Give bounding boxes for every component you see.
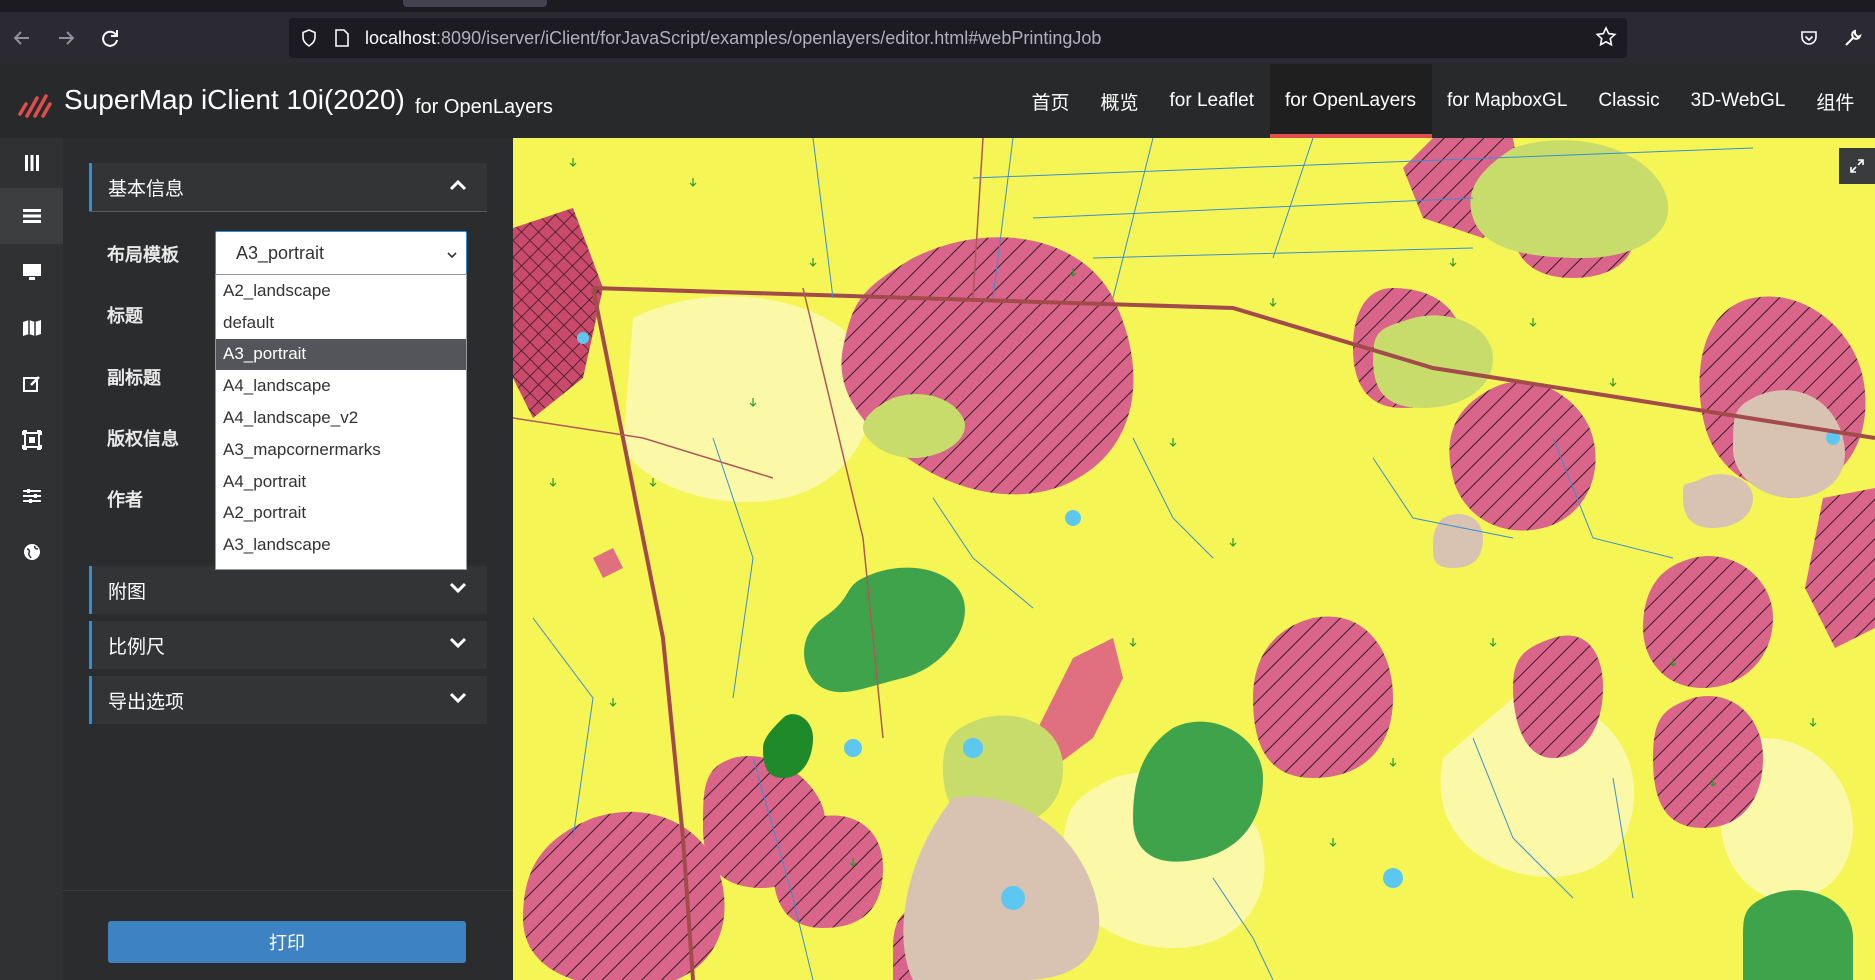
- layout-template-select[interactable]: A3_portrait: [215, 231, 467, 275]
- url-text: localhost:8090/iserver/iClient/forJavaSc…: [365, 27, 1102, 48]
- app-header: SuperMap iClient 10i(2020) for OpenLayer…: [0, 64, 1875, 138]
- active-tab[interactable]: [403, 0, 547, 7]
- map-canvas: [513, 138, 1875, 980]
- nav-classic[interactable]: Classic: [1583, 64, 1675, 138]
- monitor-icon[interactable]: [0, 244, 63, 300]
- browser-toolbar: localhost:8090/iserver/iClient/forJavaSc…: [0, 12, 1875, 64]
- nav-home[interactable]: 首页: [1016, 64, 1085, 138]
- option-a4-landscape[interactable]: A4_landscape: [216, 370, 466, 402]
- app-title: SuperMap iClient 10i(2020): [64, 84, 405, 115]
- nav-components[interactable]: 组件: [1801, 64, 1870, 138]
- edit-icon[interactable]: [0, 356, 63, 412]
- label-title: 标题: [107, 306, 143, 326]
- option-a2-portrait[interactable]: A2_portrait: [216, 498, 466, 530]
- section-attached-map[interactable]: 附图: [89, 566, 487, 614]
- pocket-icon[interactable]: [1787, 28, 1831, 48]
- section-basic-info[interactable]: 基本信息: [89, 163, 487, 211]
- menu-icon[interactable]: [0, 138, 63, 188]
- reload-icon[interactable]: [88, 16, 132, 60]
- option-a3-mapcornermarks[interactable]: A3_mapcornermarks: [216, 434, 466, 466]
- label-layout-template: 布局模板: [107, 245, 179, 265]
- option-a3-portrait[interactable]: A3_portrait: [216, 338, 466, 371]
- option-default[interactable]: default: [216, 307, 466, 339]
- map-view[interactable]: [513, 138, 1875, 980]
- tab-strip: [0, 0, 1875, 12]
- nav-3d-webgl[interactable]: 3D-WebGL: [1675, 64, 1801, 138]
- print-button[interactable]: 打印: [108, 921, 466, 963]
- label-copyright: 版权信息: [107, 429, 179, 449]
- nav-more-icon[interactable]: [1870, 64, 1875, 138]
- back-icon[interactable]: [0, 16, 44, 60]
- supermap-logo-icon: [18, 94, 52, 118]
- wrench-icon[interactable]: [1831, 28, 1875, 48]
- map-icon[interactable]: [0, 300, 63, 356]
- shield-icon[interactable]: [289, 28, 329, 48]
- option-a4-landscape-v2[interactable]: A4_landscape_v2: [216, 402, 466, 434]
- chevron-up-icon: [449, 178, 467, 196]
- section-scale[interactable]: 比例尺: [89, 621, 487, 669]
- frame-icon[interactable]: [0, 412, 63, 468]
- fullscreen-icon[interactable]: [1839, 148, 1875, 184]
- section-export-options[interactable]: 导出选项: [89, 676, 487, 724]
- label-author: 作者: [107, 490, 143, 510]
- bookmark-star-icon[interactable]: [1595, 26, 1617, 53]
- sliders-icon[interactable]: [0, 468, 63, 524]
- app-subtitle: for OpenLayers: [415, 96, 553, 118]
- globe-icon[interactable]: [0, 524, 63, 580]
- list-icon[interactable]: [0, 188, 63, 244]
- option-a2-landscape[interactable]: A2_landscape: [216, 275, 466, 307]
- nav-openlayers[interactable]: for OpenLayers: [1269, 64, 1432, 138]
- chevron-down-icon: [449, 581, 467, 599]
- toolbar-right: [1787, 12, 1875, 64]
- page-icon: [329, 28, 355, 48]
- url-bar[interactable]: localhost:8090/iserver/iClient/forJavaSc…: [289, 18, 1627, 58]
- layout-template-dropdown: A2_landscape default A3_portrait A4_land…: [215, 274, 467, 570]
- chevron-down-icon: [449, 636, 467, 654]
- forward-icon[interactable]: [44, 16, 88, 60]
- nav-leaflet[interactable]: for Leaflet: [1154, 64, 1270, 138]
- chevron-down-icon: [446, 245, 458, 266]
- divider: [89, 211, 487, 212]
- top-nav: 首页 概览 for Leaflet for OpenLayers for Map…: [1016, 64, 1875, 138]
- option-a4-portrait[interactable]: A4_portrait: [216, 466, 466, 498]
- left-icon-bar: [0, 138, 63, 980]
- label-subtitle: 副标题: [107, 368, 161, 388]
- option-a3-landscape[interactable]: A3_landscape: [216, 529, 466, 561]
- nav-mapboxgl[interactable]: for MapboxGL: [1432, 64, 1583, 138]
- chevron-down-icon: [449, 691, 467, 709]
- nav-overview[interactable]: 概览: [1085, 64, 1154, 138]
